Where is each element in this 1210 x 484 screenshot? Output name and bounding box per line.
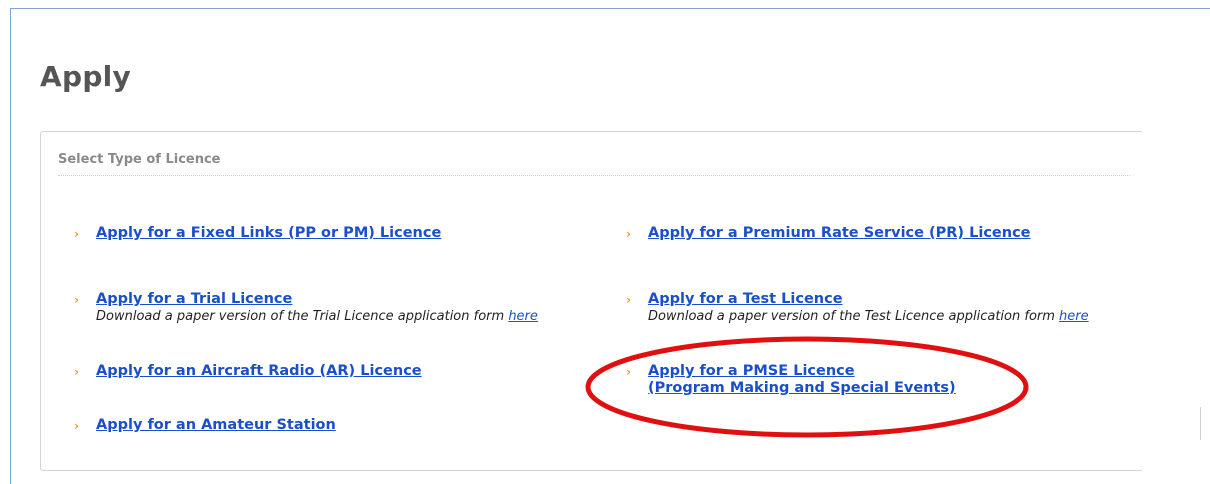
frame-left-border [10,8,11,484]
link-pmse-licence[interactable]: Apply for a PMSE Licence [648,363,855,380]
chevron-right-icon: › [74,365,79,379]
link-pmse-licence-subtitle[interactable]: (Program Making and Special Events) [648,380,956,397]
test-licence-download-link[interactable]: here [1059,309,1089,324]
frame-top-border [10,8,1210,9]
chevron-right-icon: › [74,419,79,433]
chevron-right-icon: › [626,365,631,379]
link-aircraft-radio-licence[interactable]: Apply for an Aircraft Radio (AR) Licence [96,363,422,380]
scrollbar-edge [1200,407,1201,440]
test-licence-description: Download a paper version of the Test Lic… [648,309,1123,324]
chevron-right-icon: › [626,293,631,307]
link-fixed-links-licence[interactable]: Apply for a Fixed Links (PP or PM) Licen… [96,225,441,242]
trial-licence-download-link[interactable]: here [508,309,538,324]
chevron-right-icon: › [74,293,79,307]
panel-divider [58,175,1130,176]
trial-licence-description-text: Download a paper version of the Trial Li… [96,309,509,324]
page-title: Apply [40,60,132,93]
link-trial-licence[interactable]: Apply for a Trial Licence [96,291,292,308]
chevron-right-icon: › [626,227,631,241]
link-test-licence[interactable]: Apply for a Test Licence [648,291,843,308]
trial-licence-description: Download a paper version of the Trial Li… [96,309,571,324]
licence-type-panel: Select Type of Licence › Apply for a Fix… [40,131,1142,471]
link-amateur-station[interactable]: Apply for an Amateur Station [96,417,336,434]
link-premium-rate-licence[interactable]: Apply for a Premium Rate Service (PR) Li… [648,225,1031,242]
panel-heading: Select Type of Licence [58,152,221,167]
chevron-right-icon: › [74,227,79,241]
test-licence-description-text: Download a paper version of the Test Lic… [648,309,1060,324]
